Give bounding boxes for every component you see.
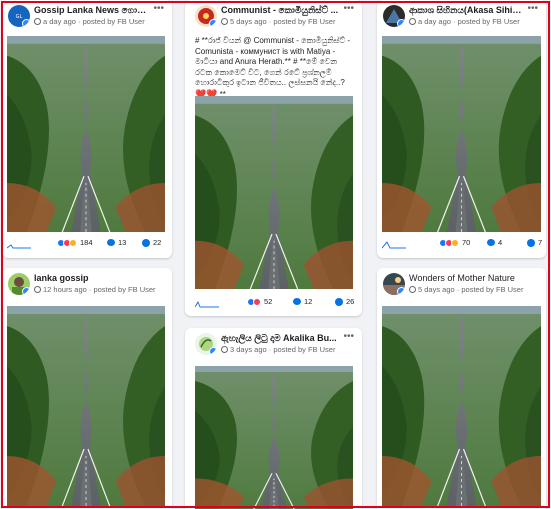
post-meta: 5 days ago · posted by FB User <box>409 285 538 294</box>
post-header: ඇහැලිය ලිටු දාම Akalika Bu... 3 days ago… <box>185 328 362 364</box>
comment-icon <box>107 239 115 246</box>
more-dots-icon[interactable]: ••• <box>343 3 354 14</box>
post-meta-text: 3 days ago · posted by FB User <box>230 345 336 354</box>
post-card[interactable]: lanka gossip 12 hours ago · posted by FB… <box>2 268 172 509</box>
reactions-count[interactable]: 70 <box>439 238 470 247</box>
clock-icon <box>409 286 416 293</box>
post-meta: a day ago · posted by FB User <box>409 17 538 26</box>
post-card[interactable]: ඇහැලිය ලිටු දාම Akalika Bu... 3 days ago… <box>185 328 362 509</box>
post-header: Wonders of Mother Nature 5 days ago · po… <box>377 268 546 304</box>
reactions-value: 52 <box>264 297 273 306</box>
clock-icon <box>409 18 416 25</box>
post-text-body: # **රාජ් වියන් @ Communist - කොමියුනිස්ට… <box>195 36 351 87</box>
page-avatar[interactable] <box>383 5 405 27</box>
shares-count[interactable]: 22 <box>142 238 161 247</box>
reactions-count[interactable]: 184 <box>57 238 93 247</box>
post-meta-text: 5 days ago · posted by FB User <box>230 17 336 26</box>
reactions-value: 184 <box>80 238 93 247</box>
shares-count[interactable]: 26 <box>335 297 354 306</box>
page-avatar[interactable] <box>195 5 217 27</box>
shares-value: 7 <box>538 238 543 247</box>
comments-count[interactable]: 4 <box>487 238 502 247</box>
post-meta: 5 days ago · posted by FB User <box>221 17 354 26</box>
post-header: Communist - කොමියුනිස්ට් ... 5 days ago … <box>185 0 362 36</box>
post-image[interactable] <box>7 306 165 506</box>
post-meta-text: a day ago · posted by FB User <box>43 17 145 26</box>
clock-icon <box>34 286 41 293</box>
page-badge-icon <box>209 347 217 355</box>
comments-value: 4 <box>498 238 503 247</box>
post-image[interactable] <box>195 96 353 289</box>
reactions-value: 70 <box>462 238 471 247</box>
reactions-icon <box>247 297 261 306</box>
reactions-icon <box>57 238 77 247</box>
post-image[interactable] <box>382 306 541 506</box>
clock-icon <box>221 18 228 25</box>
clock-icon <box>221 346 228 353</box>
post-meta: a day ago · posted by FB User <box>34 17 164 26</box>
post-meta-text: a day ago · posted by FB User <box>418 17 520 26</box>
comments-count[interactable]: 12 <box>293 297 312 306</box>
page-avatar[interactable] <box>195 333 217 355</box>
sparkline-icon <box>7 244 31 249</box>
more-dots-icon[interactable]: ••• <box>527 3 538 14</box>
post-meta: 12 hours ago · posted by FB User <box>34 285 164 294</box>
page-badge-icon <box>22 287 30 295</box>
page-name[interactable]: Wonders of Mother Nature <box>409 273 524 283</box>
shares-value: 26 <box>346 297 355 306</box>
post-card[interactable]: Gossip Lanka News ගොසිප්... a day ago · … <box>2 0 172 258</box>
share-icon <box>142 238 150 247</box>
page-avatar[interactable] <box>383 273 405 295</box>
page-name[interactable]: ආකාශ සිහිනය(Akasa Sihina... <box>409 5 524 16</box>
comment-icon <box>487 239 495 246</box>
clock-icon <box>34 18 41 25</box>
page-name[interactable]: Communist - කොමියුනිස්ට් ... <box>221 5 340 16</box>
post-card[interactable]: ආකාශ සිහිනය(Akasa Sihina... a day ago · … <box>377 0 546 258</box>
post-image[interactable] <box>382 36 541 232</box>
page-badge-icon <box>209 19 217 27</box>
post-text: # **රාජ් වියන් @ Communist - කොමියුනිස්ට… <box>185 36 362 96</box>
post-header: Gossip Lanka News ගොසිප්... a day ago · … <box>2 0 172 36</box>
page-badge-icon <box>397 19 405 27</box>
sparkline-icon <box>195 300 219 308</box>
sparkline-icon <box>382 241 406 249</box>
comments-value: 12 <box>304 297 313 306</box>
comment-icon <box>293 298 301 305</box>
post-stats: 184 13 22 <box>7 238 167 252</box>
heart-emoji: ❤️❤️ <box>195 88 218 97</box>
post-image[interactable] <box>195 366 353 509</box>
post-card[interactable]: Communist - කොමියුනිස්ට් ... 5 days ago … <box>185 0 362 316</box>
page-name[interactable]: ඇහැලිය ලිටු දාම Akalika Bu... <box>221 333 340 344</box>
reactions-count[interactable]: 52 <box>247 297 272 306</box>
page-avatar[interactable] <box>8 273 30 295</box>
page-name[interactable]: Gossip Lanka News ගොසිප්... <box>34 5 150 16</box>
reactions-icon <box>439 238 459 247</box>
post-stats: 70 4 7 <box>382 238 542 252</box>
post-meta: 3 days ago · posted by FB User <box>221 345 354 354</box>
post-stats: 52 12 26 <box>195 297 355 311</box>
more-dots-icon[interactable]: ••• <box>153 3 164 14</box>
comments-count[interactable]: 13 <box>107 238 126 247</box>
page-name[interactable]: lanka gossip <box>34 273 150 283</box>
share-icon <box>335 297 343 306</box>
post-image[interactable] <box>7 36 165 232</box>
page-badge-icon <box>22 19 30 27</box>
page-avatar[interactable] <box>8 5 30 27</box>
more-dots-icon[interactable]: ••• <box>343 331 354 342</box>
share-icon <box>527 238 535 247</box>
post-card[interactable]: Wonders of Mother Nature 5 days ago · po… <box>377 268 546 509</box>
post-meta-text: 12 hours ago · posted by FB User <box>43 285 156 294</box>
shares-count[interactable]: 7 <box>527 238 542 247</box>
page-badge-icon <box>397 287 405 295</box>
post-header: ආකාශ සිහිනය(Akasa Sihina... a day ago · … <box>377 0 546 36</box>
comments-value: 13 <box>118 238 127 247</box>
post-header: lanka gossip 12 hours ago · posted by FB… <box>2 268 172 304</box>
post-meta-text: 5 days ago · posted by FB User <box>418 285 524 294</box>
shares-value: 22 <box>153 238 162 247</box>
